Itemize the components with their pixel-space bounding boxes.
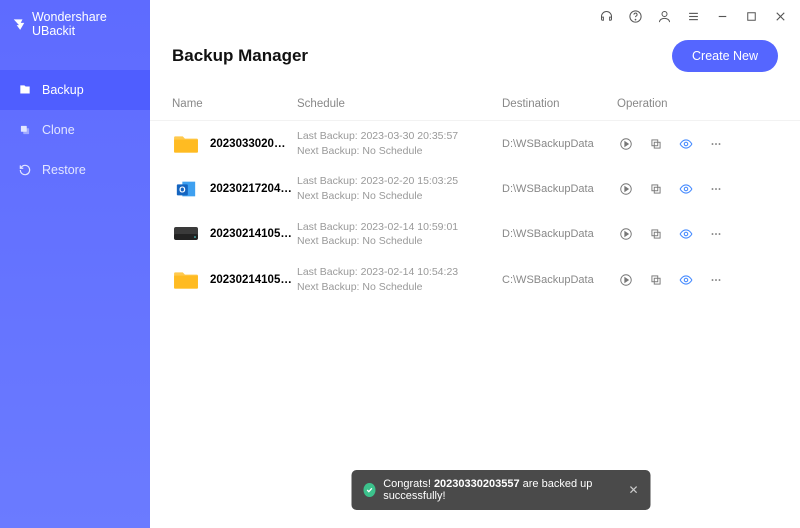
backup-icon <box>18 83 32 97</box>
run-icon[interactable] <box>619 273 633 287</box>
support-icon[interactable] <box>599 9 614 24</box>
run-icon[interactable] <box>619 182 633 196</box>
disk-icon <box>172 222 200 246</box>
create-new-button[interactable]: Create New <box>672 40 778 72</box>
more-icon[interactable] <box>709 273 723 287</box>
view-icon[interactable] <box>679 182 693 196</box>
copy-icon[interactable] <box>649 182 663 196</box>
row-operations <box>617 137 778 151</box>
backup-destination: D:\WSBackupData <box>502 183 617 195</box>
minimize-icon[interactable] <box>715 9 730 24</box>
brand: Wondershare UBackit <box>0 0 150 48</box>
page-title: Backup Manager <box>172 46 308 66</box>
row-operations <box>617 227 778 241</box>
backup-destination: D:\WSBackupData <box>502 228 617 240</box>
outlook-icon: O <box>172 177 200 201</box>
backup-name: 20230217204855 <box>210 183 297 195</box>
view-icon[interactable] <box>679 273 693 287</box>
backup-name: 20230214105139 <box>210 274 297 286</box>
backup-destination: D:\WSBackupData <box>502 138 617 150</box>
copy-icon[interactable] <box>649 137 663 151</box>
account-icon[interactable] <box>657 9 672 24</box>
table-row[interactable]: 20230214105139Last Backup: 2023-02-14 10… <box>150 257 800 302</box>
column-destination: Destination <box>502 98 617 110</box>
column-operation: Operation <box>617 98 778 110</box>
main-panel: Backup Manager Create New Name Schedule … <box>150 0 800 528</box>
column-schedule: Schedule <box>297 98 502 110</box>
copy-icon[interactable] <box>649 273 663 287</box>
clone-icon <box>18 123 32 137</box>
close-icon[interactable] <box>773 9 788 24</box>
toast-text: Congrats! 20230330203557 are backed up s… <box>383 478 612 502</box>
backup-name: 20230214105901 <box>210 228 297 240</box>
folder-icon <box>172 268 200 292</box>
table-body: 2023033020…Last Backup: 2023-03-30 20:35… <box>150 121 800 303</box>
view-icon[interactable] <box>679 137 693 151</box>
copy-icon[interactable] <box>649 227 663 241</box>
success-check-icon <box>364 483 376 497</box>
sidebar-item-label: Restore <box>42 163 86 177</box>
backup-schedule: Last Backup: 2023-02-14 10:59:01Next Bac… <box>297 220 502 249</box>
backup-destination: C:\WSBackupData <box>502 274 617 286</box>
view-icon[interactable] <box>679 227 693 241</box>
backup-name: 2023033020… <box>210 138 297 150</box>
row-operations <box>617 273 778 287</box>
help-icon[interactable] <box>628 9 643 24</box>
more-icon[interactable] <box>709 182 723 196</box>
table-row[interactable]: O 20230217204855Last Backup: 2023-02-20 1… <box>150 166 800 211</box>
table-row[interactable]: 20230214105901Last Backup: 2023-02-14 10… <box>150 212 800 257</box>
app-logo-icon <box>12 16 26 32</box>
titlebar <box>150 0 800 32</box>
table-row[interactable]: 2023033020…Last Backup: 2023-03-30 20:35… <box>150 121 800 166</box>
menu-icon[interactable] <box>686 9 701 24</box>
table-header: Name Schedule Destination Operation <box>150 88 800 121</box>
more-icon[interactable] <box>709 227 723 241</box>
column-name: Name <box>172 98 297 110</box>
app-name: Wondershare UBackit <box>32 10 138 38</box>
sidebar-item-restore[interactable]: Restore <box>0 150 150 190</box>
sidebar-item-backup[interactable]: Backup <box>0 70 150 110</box>
backup-schedule: Last Backup: 2023-02-14 10:54:23Next Bac… <box>297 265 502 294</box>
backup-schedule: Last Backup: 2023-02-20 15:03:25Next Bac… <box>297 174 502 203</box>
sidebar-item-clone[interactable]: Clone <box>0 110 150 150</box>
svg-text:O: O <box>179 186 186 195</box>
toast: Congrats! 20230330203557 are backed up s… <box>352 470 651 510</box>
maximize-icon[interactable] <box>744 9 759 24</box>
more-icon[interactable] <box>709 137 723 151</box>
row-operations <box>617 182 778 196</box>
toast-close-icon[interactable]: ✕ <box>628 483 638 497</box>
run-icon[interactable] <box>619 227 633 241</box>
sidebar-item-label: Clone <box>42 123 75 137</box>
backup-schedule: Last Backup: 2023-03-30 20:35:57Next Bac… <box>297 129 502 158</box>
folder-icon <box>172 132 200 156</box>
run-icon[interactable] <box>619 137 633 151</box>
sidebar: Wondershare UBackit Backup Clone Restore <box>0 0 150 528</box>
sidebar-item-label: Backup <box>42 83 84 97</box>
restore-icon <box>18 163 32 177</box>
